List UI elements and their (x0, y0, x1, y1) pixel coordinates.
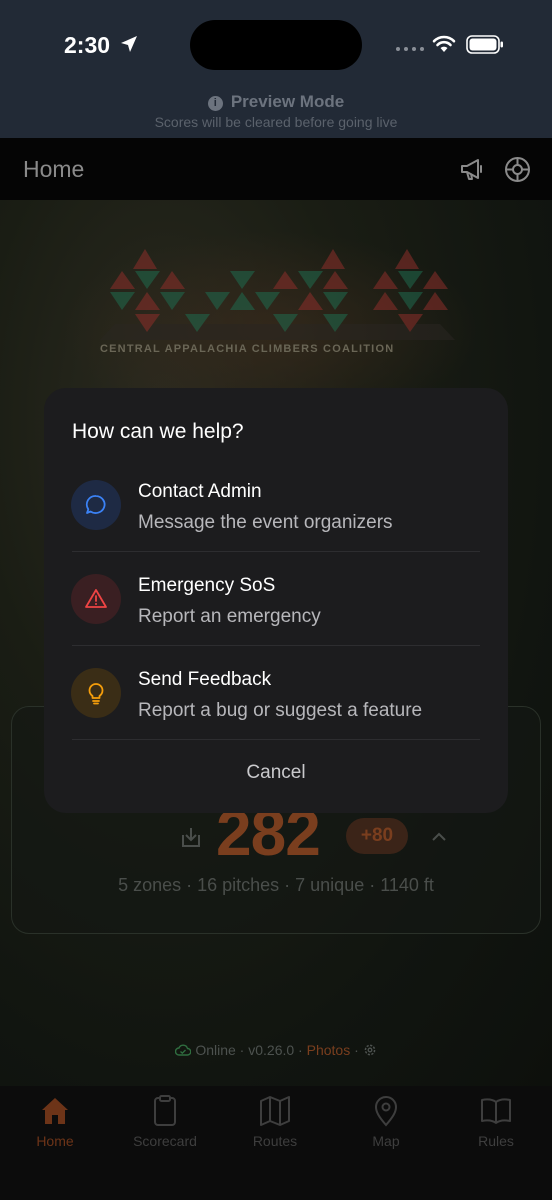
score-delta-badge: +80 (346, 818, 408, 854)
option-title: Emergency SoS (138, 575, 276, 596)
map-fold-icon (260, 1096, 290, 1126)
wifi-icon (432, 35, 456, 52)
tab-home[interactable]: Home (0, 1094, 110, 1149)
preview-title: Preview Mode (230, 92, 345, 111)
option-description: Report a bug or suggest a feature (138, 700, 423, 721)
lightbulb-icon-circle (71, 668, 121, 718)
tab-routes[interactable]: Routes (220, 1094, 330, 1149)
dynamic-island (190, 20, 362, 70)
online-status: Online (195, 1042, 236, 1058)
version-text: v0.26.0 (248, 1042, 295, 1058)
option-title: Contact Admin (138, 481, 262, 502)
tab-label: Map (372, 1133, 400, 1149)
tab-label: Routes (252, 1133, 298, 1149)
option-description: Report an emergency (138, 606, 321, 627)
chat-bubble-icon-circle (71, 480, 121, 530)
separator: · (235, 1042, 249, 1058)
cancel-button[interactable]: Cancel (44, 740, 508, 806)
send-feedback-option[interactable]: Send Feedback Report a bug or suggest a … (44, 646, 508, 740)
option-description: Message the event organizers (138, 512, 393, 533)
tab-map[interactable]: Map (331, 1094, 441, 1149)
page-title: Home (23, 156, 85, 182)
signal-dots-icon (396, 47, 424, 51)
chat-bubble-icon (85, 495, 106, 514)
emergency-sos-option[interactable]: Emergency SoS Report an emergency (44, 552, 508, 646)
info-icon: i (207, 96, 223, 111)
tab-rules[interactable]: Rules (441, 1094, 551, 1149)
footer-status: Online · v0.26.0 · Photos · (0, 1042, 552, 1058)
lightbulb-icon (88, 683, 104, 705)
clipboard-icon (154, 1095, 176, 1126)
download-icon[interactable] (180, 825, 202, 849)
logo-text: CENTRAL APPALACHIA CLIMBERS COALITION (100, 343, 395, 355)
tab-scorecard[interactable]: Scorecard (110, 1094, 220, 1149)
globe-icon[interactable] (504, 156, 531, 183)
map-pin-icon (374, 1096, 398, 1127)
status-bar: 2:30 (0, 0, 552, 84)
contact-admin-option[interactable]: Contact Admin Message the event organize… (44, 458, 508, 552)
book-icon (481, 1098, 511, 1124)
chevron-up-icon[interactable] (431, 830, 447, 842)
score-stats: 5 zones · 16 pitches · 7 unique · 1140 f… (118, 875, 434, 895)
tab-label: Home (36, 1133, 74, 1149)
cloud-check-icon (175, 1044, 192, 1056)
battery-icon (466, 35, 503, 54)
tab-label: Scorecard (133, 1133, 197, 1149)
location-arrow-icon (121, 36, 137, 52)
warning-triangle-icon (85, 589, 107, 608)
option-title: Send Feedback (138, 669, 272, 690)
dialog-title: How can we help? (72, 420, 244, 443)
photos-link[interactable]: Photos (307, 1042, 351, 1058)
megaphone-icon[interactable] (459, 156, 485, 182)
warning-triangle-icon-circle (71, 574, 121, 624)
preview-subtitle: Scores will be cleared before going live (154, 114, 398, 130)
separator: · (294, 1042, 307, 1058)
home-icon (42, 1098, 68, 1124)
tab-label: Rules (478, 1133, 514, 1149)
preview-banner: i Preview Mode Scores will be cleared bef… (0, 84, 552, 138)
separator: · (350, 1042, 363, 1058)
gear-icon[interactable] (363, 1043, 377, 1057)
status-time: 2:30 (64, 32, 111, 58)
